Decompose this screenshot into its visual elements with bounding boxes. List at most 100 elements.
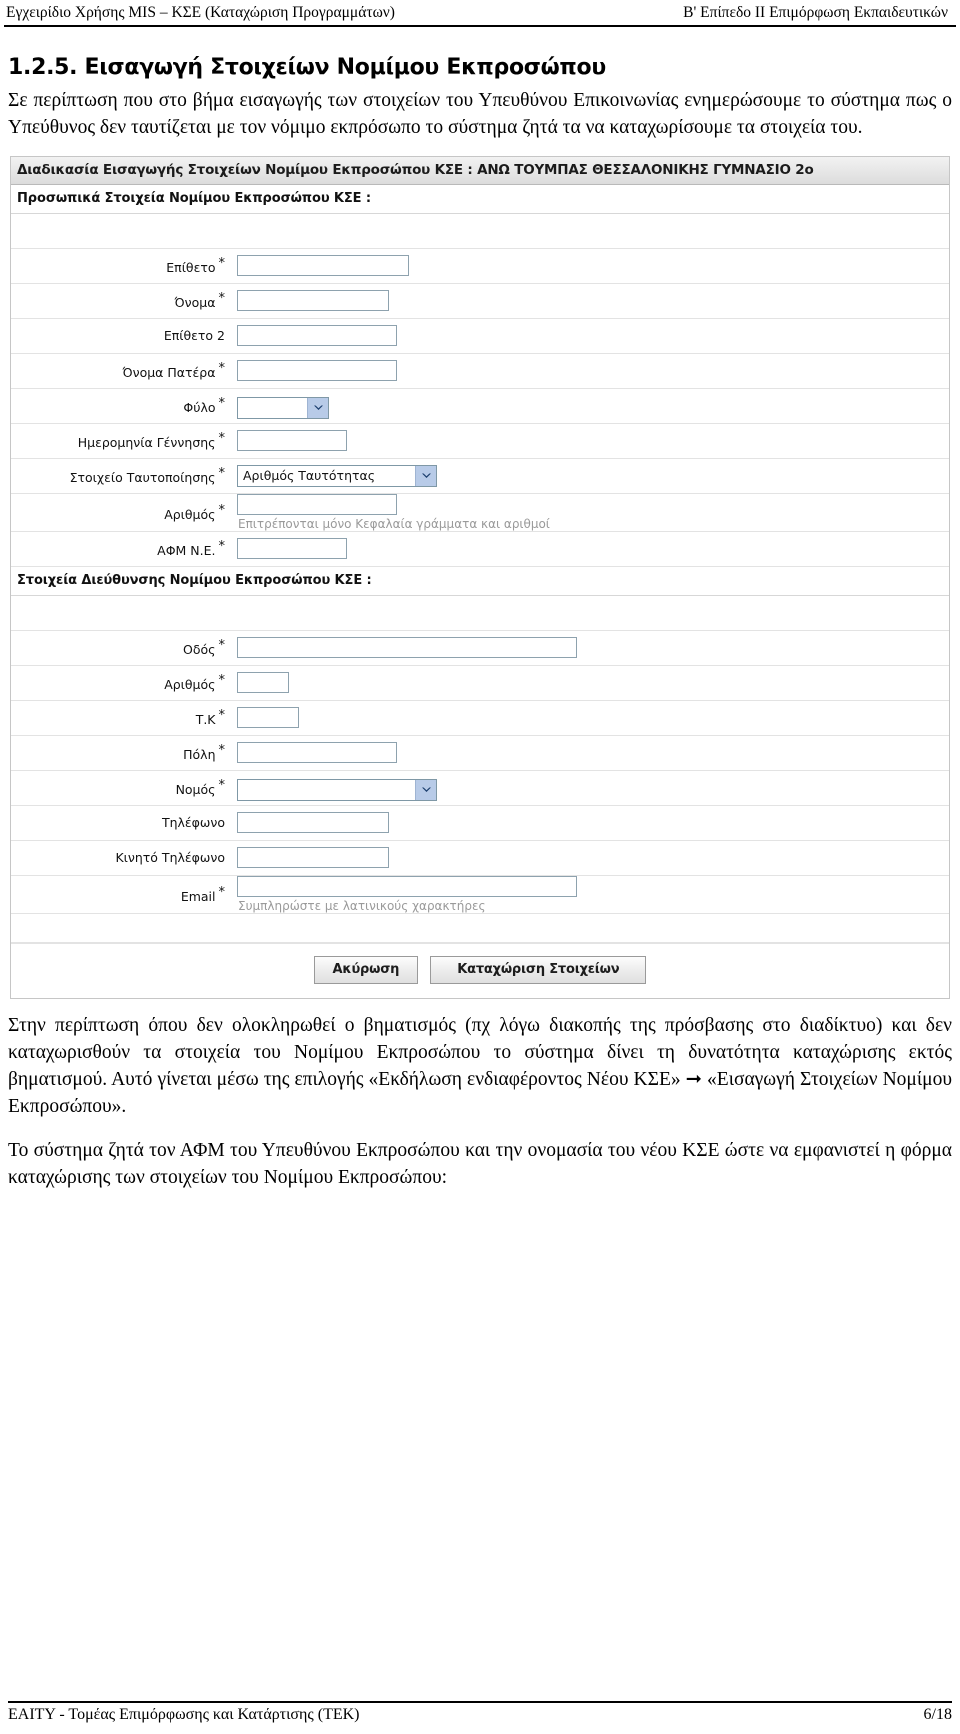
required-marker: * xyxy=(218,638,226,654)
address-section-title: Στοιχεία Διεύθυνσης Νομίμου Εκπροσώπου Κ… xyxy=(11,566,949,596)
required-marker: * xyxy=(218,431,226,447)
required-marker: * xyxy=(218,256,226,272)
address-fields-group: Οδός * Αριθμός * Τ.Κ * Πόλη * Νομός * Τηλέφωνο Κινη… xyxy=(11,630,949,914)
required-marker: * xyxy=(218,884,226,900)
field-control-wrap xyxy=(233,538,949,560)
select-value: Αριθμός Ταυτότητας xyxy=(243,468,376,484)
text-input-personal-1[interactable] xyxy=(237,290,389,312)
document-page: Εγχειρίδιο Χρήσης MIS – ΚΣΕ (Καταχώριση … xyxy=(0,0,960,1734)
text-input-personal-7[interactable] xyxy=(237,493,397,515)
form-row: Φύλο * xyxy=(11,388,949,424)
text-input-personal-3[interactable] xyxy=(237,360,397,382)
text-input-address-1[interactable] xyxy=(237,672,289,694)
field-label: Οδός * xyxy=(183,638,226,658)
required-marker: * xyxy=(218,778,226,794)
form-row: Email * Συμπληρώστε με λατινικούς χαρακτήρ… xyxy=(11,875,949,914)
field-control-wrap: Επιτρέπονται μόνο Κεφαλαία γράμματα και … xyxy=(233,493,949,531)
field-label: Αριθμός * xyxy=(164,502,226,522)
field-label: Κινητό Τηλέφωνο xyxy=(115,850,225,866)
page-title: 1.2.5. Εισαγωγή Στοιχείων Νομίμου Εκπροσ… xyxy=(8,55,606,81)
personal-section-title: Προσωπικά Στοιχεία Νομίμου Εκπροσώπου ΚΣ… xyxy=(11,184,949,214)
text-input-address-0[interactable] xyxy=(237,637,577,659)
form-actions: Ακύρωση Καταχώριση Στοιχείων xyxy=(11,942,949,998)
form-row: Επίθετο 2 xyxy=(11,318,949,354)
form-row: Οδός * xyxy=(11,630,949,666)
header-divider xyxy=(4,25,956,28)
field-label: Όνομα Πατέρα * xyxy=(122,361,226,381)
form-row: Επίθετο * xyxy=(11,248,949,284)
required-marker: * xyxy=(218,466,226,482)
text-input-address-6[interactable] xyxy=(237,847,389,869)
field-control-wrap xyxy=(233,775,949,801)
body-paragraph-2: Το σύστημα ζητά τον ΑΦΜ του Υπευθύνου Εκ… xyxy=(8,1140,952,1189)
field-label: Email * xyxy=(180,884,226,904)
running-header-left: Εγχειρίδιο Χρήσης MIS – ΚΣΕ (Καταχώριση … xyxy=(6,4,395,21)
field-control-wrap: Συμπληρώστε με λατινικούς χαρακτήρες xyxy=(233,875,949,913)
required-marker: * xyxy=(218,291,226,307)
form-row: Τ.Κ * xyxy=(11,700,949,736)
field-control-wrap: Αριθμός Ταυτότητας xyxy=(233,464,949,487)
required-marker: * xyxy=(218,673,226,689)
required-marker: * xyxy=(218,539,226,555)
page-footer: ΕΑΙΤΥ - Τομέας Επιμόρφωσης και Κατάρτιση… xyxy=(0,1701,960,1734)
form-row: Όνομα * xyxy=(11,283,949,319)
form-row: Αριθμός * Επιτρέπονται μόνο Κεφαλαία γράμμ… xyxy=(11,493,949,532)
text-input-address-3[interactable] xyxy=(237,742,397,764)
window-title-bar: Διαδικασία Εισαγωγής Στοιχείων Νομίμου Ε… xyxy=(11,156,949,185)
running-header-right: Β' Επίπεδο ΙΙ Επιμόρφωση Εκπαιδευτικών xyxy=(683,4,948,21)
form-row: ΑΦΜ Ν.Ε. * xyxy=(11,531,949,567)
footer-page-number: 6/18 xyxy=(923,1706,952,1723)
submit-button[interactable]: Καταχώριση Στοιχείων xyxy=(430,955,647,984)
field-label: Επίθετο 2 xyxy=(163,328,225,344)
form-bottom-spacer xyxy=(11,913,949,943)
select-personal-4[interactable] xyxy=(237,396,329,419)
body-paragraph-1: Στην περίπτωση όπου δεν ολοκληρωθεί ο βη… xyxy=(8,1014,952,1117)
field-control-wrap xyxy=(233,672,949,694)
footer-divider xyxy=(8,1701,952,1703)
field-hint: Συμπληρώστε με λατινικούς χαρακτήρες xyxy=(238,898,486,913)
field-control-wrap xyxy=(233,393,949,419)
text-input-personal-8[interactable] xyxy=(237,538,347,560)
required-marker: * xyxy=(218,502,226,518)
select-address-4[interactable] xyxy=(237,778,437,801)
chevron-down-icon[interactable] xyxy=(307,397,328,418)
field-control-wrap xyxy=(233,290,949,312)
chevron-down-icon[interactable] xyxy=(415,465,436,486)
running-header: Εγχειρίδιο Χρήσης MIS – ΚΣΕ (Καταχώριση … xyxy=(0,0,960,23)
field-label: Πόλη * xyxy=(183,743,225,763)
form-row: Νομός * xyxy=(11,770,949,806)
chevron-down-icon[interactable] xyxy=(415,779,436,800)
cancel-button[interactable]: Ακύρωση xyxy=(313,955,419,984)
text-input-address-5[interactable] xyxy=(237,812,389,834)
text-input-personal-2[interactable] xyxy=(237,325,397,347)
text-input-address-7[interactable] xyxy=(237,875,577,897)
form-row: Ημερομηνία Γέννησης * xyxy=(11,423,949,459)
required-marker: * xyxy=(218,361,226,377)
field-control-wrap xyxy=(233,707,949,729)
text-input-address-2[interactable] xyxy=(237,707,299,729)
field-control-wrap xyxy=(233,325,949,347)
field-control-wrap xyxy=(233,637,949,659)
application-screenshot: Διαδικασία Εισαγωγής Στοιχείων Νομίμου Ε… xyxy=(10,155,950,999)
select-personal-6[interactable]: Αριθμός Ταυτότητας xyxy=(237,464,437,487)
form-row: Πόλη * xyxy=(11,735,949,771)
text-input-personal-0[interactable] xyxy=(237,255,409,277)
text-input-personal-5[interactable] xyxy=(237,430,347,452)
field-control-wrap xyxy=(233,812,949,834)
field-label: Στοιχείο Ταυτοποίησης * xyxy=(69,466,226,486)
field-label: Τηλέφωνο xyxy=(161,815,225,831)
required-marker: * xyxy=(218,708,226,724)
field-control-wrap xyxy=(233,742,949,764)
personal-fields-group: Επίθετο * Όνομα * Επίθετο 2 Όνομα Πατέρα * Φύλο… xyxy=(11,248,949,567)
field-label: Όνομα * xyxy=(174,291,226,311)
document-content: 1.2.5. Εισαγωγή Στοιχείων Νομίμου Εκπροσ… xyxy=(0,55,960,1192)
form-row: Αριθμός * xyxy=(11,665,949,701)
field-control-wrap xyxy=(233,255,949,277)
field-hint: Επιτρέπονται μόνο Κεφαλαία γράμματα και … xyxy=(238,516,550,531)
form-row: Στοιχείο Ταυτοποίησης * Αριθμός Ταυτότητας xyxy=(11,458,949,494)
field-label: ΑΦΜ Ν.Ε. * xyxy=(157,539,226,559)
intro-paragraph: Σε περίπτωση που στο βήμα εισαγωγής των … xyxy=(8,90,952,138)
field-control-wrap xyxy=(233,847,949,869)
field-label: Νομός * xyxy=(175,778,226,798)
field-label: Τ.Κ * xyxy=(195,708,226,728)
